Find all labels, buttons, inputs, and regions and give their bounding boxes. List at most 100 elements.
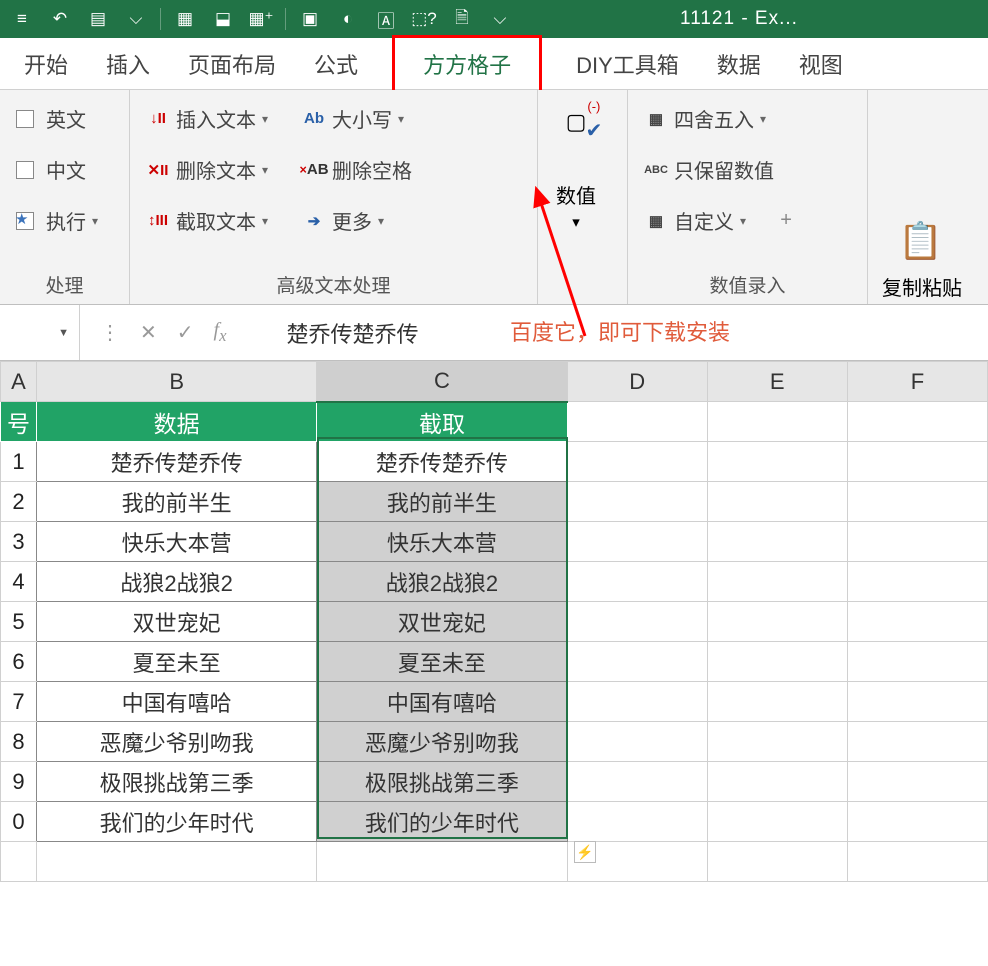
group-label-empty xyxy=(552,294,613,300)
custom-icon: ▦ xyxy=(644,211,668,231)
numeric-icon: ▢(-)✔ xyxy=(552,100,600,144)
tab-insert[interactable]: 插入 xyxy=(102,38,154,90)
flash-fill-icon[interactable]: ⚡ xyxy=(574,841,596,863)
qat-save-icon[interactable]: ▤ xyxy=(82,5,114,33)
case-icon: Ab xyxy=(302,109,326,129)
delete-text-icon: ✕II xyxy=(146,160,170,180)
cancel-formula-icon[interactable]: ✕ xyxy=(140,320,157,345)
spreadsheet-grid[interactable]: A B C D E F 号 数据 截取 1楚乔传楚乔传楚乔传楚乔传2我的前半生我… xyxy=(0,361,988,882)
cell-a[interactable]: 6 xyxy=(1,642,37,682)
cell-b[interactable]: 楚乔传楚乔传 xyxy=(37,442,317,482)
qat-menu-icon[interactable]: ≡ xyxy=(6,5,38,33)
qat-textbox-icon[interactable]: 🄰 xyxy=(370,5,402,33)
cell-a[interactable]: 0 xyxy=(1,802,37,842)
label-insert-text: 插入文本 xyxy=(176,104,256,133)
cell-a[interactable]: 4 xyxy=(1,562,37,602)
cell-a[interactable]: 9 xyxy=(1,762,37,802)
label-delete-text: 删除文本 xyxy=(176,155,256,184)
cell-c[interactable]: 快乐大本营 xyxy=(317,522,567,562)
header-a[interactable]: 号 xyxy=(1,402,37,442)
cell-a[interactable]: 1 xyxy=(1,442,37,482)
tab-view[interactable]: 视图 xyxy=(795,38,847,90)
tab-data[interactable]: 数据 xyxy=(713,38,765,90)
table-row: 2我的前半生我的前半生 xyxy=(1,482,988,522)
tab-ffgz[interactable]: 方方格子 xyxy=(392,35,542,93)
header-b[interactable]: 数据 xyxy=(37,402,317,442)
tab-formula[interactable]: 公式 xyxy=(310,38,362,90)
name-box[interactable]: ▼ xyxy=(0,305,80,360)
cell-a[interactable]: 5 xyxy=(1,602,37,642)
cell-b[interactable]: 中国有嘻哈 xyxy=(37,682,317,722)
qat-undo-icon[interactable]: ↶ xyxy=(44,5,76,33)
cell-a[interactable]: 8 xyxy=(1,722,37,762)
col-header-e[interactable]: E xyxy=(707,362,847,402)
qat-chart-icon[interactable]: ⬓ xyxy=(207,5,239,33)
label-delete-space: 删除空格 xyxy=(332,155,412,184)
fx-icon[interactable]: fx xyxy=(214,319,247,346)
col-header-a[interactable]: A xyxy=(1,362,37,402)
table-row: 4战狼2战狼2战狼2战狼2 xyxy=(1,562,988,602)
execute-button[interactable]: 执行▾ xyxy=(14,202,100,239)
cell-c[interactable]: 楚乔传楚乔传 xyxy=(317,442,567,482)
qat-table-icon[interactable]: ▦⁺ xyxy=(245,5,277,33)
cell-c[interactable]: 夏至未至 xyxy=(317,642,567,682)
cell-b[interactable]: 恶魔少爷别吻我 xyxy=(37,722,317,762)
more-button[interactable]: ➔更多▾ xyxy=(300,202,414,239)
cell-c[interactable]: 双世宠妃 xyxy=(317,602,567,642)
formula-input[interactable]: 楚乔传楚乔传 xyxy=(267,317,988,349)
label-english: 英文 xyxy=(46,104,86,133)
ribbon-tabs: 开始 插入 页面布局 公式 方方格子 DIY工具箱 数据 视图 xyxy=(0,38,988,90)
delete-space-button[interactable]: ×AB删除空格 xyxy=(300,151,414,188)
checkbox-english[interactable]: 英文 xyxy=(14,100,100,137)
numeric-button[interactable]: ▢(-)✔ 数值 ▾ xyxy=(552,100,600,231)
cell-b[interactable]: 我们的少年时代 xyxy=(37,802,317,842)
qat-shapes-icon[interactable]: ◐ xyxy=(332,5,364,33)
delete-text-button[interactable]: ✕II删除文本▾ xyxy=(144,151,270,188)
cell-c[interactable]: 极限挑战第三季 xyxy=(317,762,567,802)
cell-b[interactable]: 夏至未至 xyxy=(37,642,317,682)
table-row: 9极限挑战第三季极限挑战第三季 xyxy=(1,762,988,802)
extract-text-button[interactable]: ↕III截取文本▾ xyxy=(144,202,270,239)
qat-more-icon[interactable]: ⌵ xyxy=(484,5,516,33)
cell-a[interactable]: 3 xyxy=(1,522,37,562)
col-header-d[interactable]: D xyxy=(567,362,707,402)
tab-start[interactable]: 开始 xyxy=(20,38,72,90)
ribbon: 英文 中文 执行▾ 处理 ↓II插入文本▾ ✕II删除文本▾ ↕III截取文本▾… xyxy=(0,90,988,305)
cell-b[interactable]: 极限挑战第三季 xyxy=(37,762,317,802)
keep-numeric-button[interactable]: ABC只保留数值 xyxy=(642,151,794,188)
cell-b[interactable]: 我的前半生 xyxy=(37,482,317,522)
col-header-f[interactable]: F xyxy=(847,362,987,402)
tab-diy[interactable]: DIY工具箱 xyxy=(572,38,683,90)
label-round: 四舍五入 xyxy=(674,104,754,133)
cell-b[interactable]: 快乐大本营 xyxy=(37,522,317,562)
cell-a[interactable]: 2 xyxy=(1,482,37,522)
col-header-c[interactable]: C xyxy=(317,362,567,402)
qat-help-icon[interactable]: ⬚? xyxy=(408,5,440,33)
cell-c[interactable]: 恶魔少爷别吻我 xyxy=(317,722,567,762)
custom-button[interactable]: ▦自定义▾ + xyxy=(642,202,794,239)
accept-formula-icon[interactable]: ✓ xyxy=(177,320,194,345)
insert-text-button[interactable]: ↓II插入文本▾ xyxy=(144,100,270,137)
group-label-process: 处理 xyxy=(14,267,115,300)
qat-grid-icon[interactable]: ▦ xyxy=(169,5,201,33)
qat-page-icon[interactable]: 🗎 xyxy=(446,5,478,33)
cell-c[interactable]: 我的前半生 xyxy=(317,482,567,522)
clipboard-icon: 📋 xyxy=(898,220,946,274)
qat-box-icon[interactable]: ▣ xyxy=(294,5,326,33)
cell-b[interactable]: 战狼2战狼2 xyxy=(37,562,317,602)
cell-a[interactable]: 7 xyxy=(1,682,37,722)
copy-paste-button[interactable]: 📋 复制粘贴 xyxy=(882,220,962,300)
checkbox-chinese[interactable]: 中文 xyxy=(14,151,100,188)
qat-dropdown-icon[interactable]: ⌵ xyxy=(120,5,152,33)
cell-c[interactable]: 中国有嘻哈 xyxy=(317,682,567,722)
cell-c[interactable]: 战狼2战狼2 xyxy=(317,562,567,602)
header-c[interactable]: 截取 xyxy=(317,402,567,442)
col-header-b[interactable]: B xyxy=(37,362,317,402)
cell-c[interactable]: 我们的少年时代 xyxy=(317,802,567,842)
case-button[interactable]: Ab大小写▾ xyxy=(300,100,414,137)
round-button[interactable]: ▦四舍五入▾ xyxy=(642,100,794,137)
tab-pagelayout[interactable]: 页面布局 xyxy=(184,38,280,90)
formula-divider-icon: ⋮ xyxy=(100,320,120,345)
table-row: 5双世宠妃双世宠妃 xyxy=(1,602,988,642)
cell-b[interactable]: 双世宠妃 xyxy=(37,602,317,642)
